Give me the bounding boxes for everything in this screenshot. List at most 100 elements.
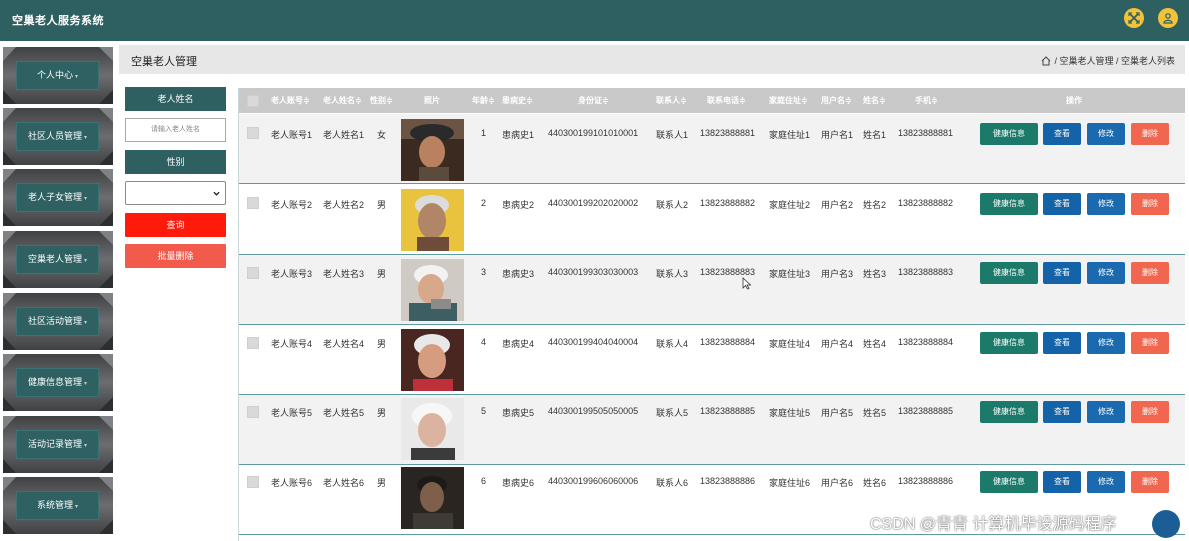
cell-account: 老人账号5 <box>271 408 313 418</box>
row-checkbox[interactable] <box>247 476 259 488</box>
mouse-cursor-icon <box>742 277 752 290</box>
col-contact-phone[interactable]: 联系电话≑ <box>707 88 746 113</box>
cell-contact-phone: 13823888882 <box>700 198 756 208</box>
batch-delete-button[interactable]: 批量删除 <box>125 244 226 268</box>
health-info-button[interactable]: 健康信息 <box>980 123 1038 145</box>
row-checkbox[interactable] <box>247 337 259 349</box>
cell-name: 老人姓名1 <box>323 130 365 140</box>
elderly-photo[interactable] <box>401 119 464 181</box>
name-filter-label: 老人姓名 <box>125 87 226 111</box>
sidebar-item-activity-records[interactable]: 活动记录管理 ▾ <box>3 416 113 473</box>
cell-id-card: 440300199303030003 <box>548 267 639 277</box>
delete-button[interactable]: 删除 <box>1131 193 1169 215</box>
cell-name: 老人姓名2 <box>323 200 365 210</box>
cell-history: 患病史6 <box>502 478 535 488</box>
delete-button[interactable]: 删除 <box>1131 332 1169 354</box>
col-history[interactable]: 患病史≑ <box>502 88 533 113</box>
row-checkbox[interactable] <box>247 406 259 418</box>
view-button[interactable]: 查看 <box>1043 401 1081 423</box>
cell-gender: 女 <box>377 130 387 140</box>
sidebar-item-personal-center[interactable]: 个人中心 ▾ <box>3 47 113 104</box>
health-info-button[interactable]: 健康信息 <box>980 193 1038 215</box>
col-name[interactable]: 老人姓名≑ <box>323 88 362 113</box>
sidebar-item-elderly[interactable]: 空巢老人管理 ▾ <box>3 231 113 288</box>
col-address[interactable]: 家庭住址≑ <box>769 88 808 113</box>
health-info-button[interactable]: 健康信息 <box>980 471 1038 493</box>
chevron-down-icon: ▾ <box>84 381 88 387</box>
row-checkbox[interactable] <box>247 267 259 279</box>
elderly-photo[interactable] <box>401 398 464 460</box>
watermark: CSDN @青青 计算机毕设源码程序 <box>870 516 1117 533</box>
home-icon[interactable] <box>1041 55 1051 66</box>
cell-contact: 联系人4 <box>656 339 689 349</box>
cell-age: 2 <box>481 198 487 208</box>
edit-button[interactable]: 修改 <box>1087 401 1125 423</box>
col-gender[interactable]: 性别≑ <box>370 88 393 113</box>
cell-address: 家庭住址5 <box>769 408 811 418</box>
sidebar-item-health-info[interactable]: 健康信息管理 ▾ <box>3 354 113 411</box>
cell-history: 患病史1 <box>502 130 535 140</box>
col-username[interactable]: 用户名≑ <box>821 88 852 113</box>
cell-mobile: 13823888884 <box>898 337 954 347</box>
table-row: 老人账号3 老人姓名3 男 3 患病史3 440300199303030003 … <box>239 255 1185 325</box>
delete-button[interactable]: 删除 <box>1131 262 1169 284</box>
elderly-photo[interactable] <box>401 259 464 321</box>
cell-username: 用户名3 <box>821 269 854 279</box>
user-icon[interactable] <box>1158 8 1178 28</box>
cell-contact: 联系人5 <box>656 408 689 418</box>
col-contact[interactable]: 联系人≑ <box>656 88 687 113</box>
view-button[interactable]: 查看 <box>1043 193 1081 215</box>
app-title: 空巢老人服务系统 <box>12 15 104 27</box>
col-mobile[interactable]: 手机≑ <box>915 88 938 113</box>
edit-button[interactable]: 修改 <box>1087 193 1125 215</box>
scroll-top-button[interactable] <box>1152 510 1180 538</box>
breadcrumb-trail[interactable]: / 空巢老人管理 / 空巢老人列表 <box>1054 54 1175 67</box>
col-photo: 照片 <box>424 96 440 105</box>
cell-name: 老人姓名4 <box>323 339 365 349</box>
col-id-card[interactable]: 身份证≑ <box>578 88 609 113</box>
row-checkbox[interactable] <box>247 197 259 209</box>
fullscreen-icon[interactable] <box>1124 8 1144 28</box>
delete-button[interactable]: 删除 <box>1131 471 1169 493</box>
col-account[interactable]: 老人账号≑ <box>271 88 310 113</box>
top-header: 空巢老人服务系统 <box>0 0 1189 41</box>
elderly-photo[interactable] <box>401 189 464 251</box>
select-all-checkbox[interactable] <box>247 95 259 107</box>
sidebar-item-community-staff[interactable]: 社区人员管理 ▾ <box>3 108 113 165</box>
delete-button[interactable]: 删除 <box>1131 123 1169 145</box>
view-button[interactable]: 查看 <box>1043 471 1081 493</box>
elderly-photo[interactable] <box>401 329 464 391</box>
col-age[interactable]: 年龄≑ <box>472 88 495 113</box>
edit-button[interactable]: 修改 <box>1087 123 1125 145</box>
edit-button[interactable]: 修改 <box>1087 332 1125 354</box>
gender-select[interactable] <box>125 181 226 205</box>
health-info-button[interactable]: 健康信息 <box>980 332 1038 354</box>
cell-age: 6 <box>481 476 487 486</box>
col-full-name[interactable]: 姓名≑ <box>863 88 886 113</box>
edit-button[interactable]: 修改 <box>1087 262 1125 284</box>
cell-name: 老人姓名3 <box>323 269 365 279</box>
delete-button[interactable]: 删除 <box>1131 401 1169 423</box>
search-button[interactable]: 查询 <box>125 213 226 237</box>
cell-mobile: 13823888885 <box>898 406 954 416</box>
page-title: 空巢老人管理 <box>131 56 197 68</box>
view-button[interactable]: 查看 <box>1043 262 1081 284</box>
sidebar-item-system[interactable]: 系统管理 ▾ <box>3 477 113 534</box>
name-search-input[interactable]: 请输入老人姓名 <box>125 118 226 142</box>
elderly-photo[interactable] <box>401 467 464 529</box>
cell-address: 家庭住址6 <box>769 478 811 488</box>
cell-account: 老人账号4 <box>271 339 313 349</box>
row-checkbox[interactable] <box>247 127 259 139</box>
sidebar-item-label: 健康信息管理 <box>27 377 82 387</box>
sidebar-item-community-activities[interactable]: 社区活动管理 ▾ <box>3 293 113 350</box>
cell-id-card: 440300199606060006 <box>548 476 639 486</box>
health-info-button[interactable]: 健康信息 <box>980 401 1038 423</box>
breadcrumb: / 空巢老人管理 / 空巢老人列表 <box>1041 54 1175 67</box>
health-info-button[interactable]: 健康信息 <box>980 262 1038 284</box>
view-button[interactable]: 查看 <box>1043 123 1081 145</box>
sidebar-item-children[interactable]: 老人子女管理 ▾ <box>3 169 113 226</box>
chevron-down-icon: ▾ <box>84 135 88 141</box>
edit-button[interactable]: 修改 <box>1087 471 1125 493</box>
chevron-down-icon: ▾ <box>84 320 88 326</box>
view-button[interactable]: 查看 <box>1043 332 1081 354</box>
